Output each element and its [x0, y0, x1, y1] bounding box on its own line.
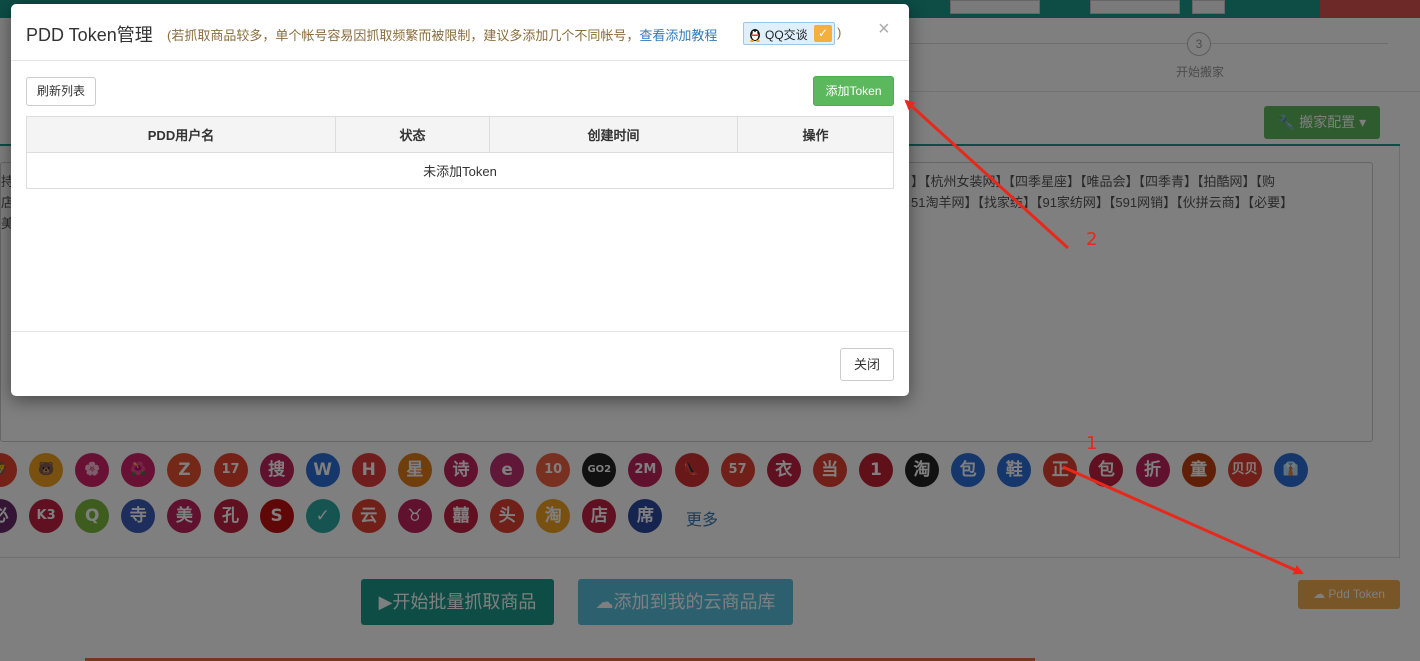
- token-table: PDD用户名 状态 创建时间 操作 未添加Token: [26, 116, 894, 189]
- modal-note: (若抓取商品较多，单个帐号容易因抓取频繁而被限制，建议多添加几个不同帐号，查看添…: [167, 25, 717, 44]
- modal-footer: 关闭: [11, 331, 909, 396]
- qq-chat-label: QQ交谈: [765, 28, 808, 42]
- modal-title: PDD Token管理: [26, 25, 153, 45]
- note-prefix: (若抓取商品较多，单个帐号容易因抓取频繁而被限制，建议多添加几个不同帐号，: [167, 28, 640, 43]
- column-header-actions: 操作: [737, 116, 894, 153]
- check-icon: ✓: [814, 25, 832, 42]
- column-header-created-time: 创建时间: [489, 116, 738, 153]
- table-row: 未添加Token: [26, 152, 894, 189]
- add-token-button[interactable]: 添加Token: [813, 76, 894, 106]
- annotation-label-1: 1: [1086, 433, 1098, 454]
- empty-table-message: 未添加Token: [26, 152, 894, 189]
- pdd-token-modal: PDD Token管理 (若抓取商品较多，单个帐号容易因抓取频繁而被限制，建议多…: [11, 4, 909, 396]
- column-header-username: PDD用户名: [26, 116, 336, 153]
- column-header-status: 状态: [335, 116, 490, 153]
- close-button[interactable]: 关闭: [840, 348, 894, 381]
- modal-header: PDD Token管理 (若抓取商品较多，单个帐号容易因抓取频繁而被限制，建议多…: [11, 4, 909, 61]
- table-header-row: PDD用户名 状态 创建时间 操作: [26, 116, 894, 153]
- qq-penguin-icon: [750, 29, 760, 42]
- note-suffix: ): [837, 25, 842, 40]
- qq-chat-button[interactable]: QQ交谈 ✓: [743, 22, 835, 45]
- annotation-label-2: 2: [1086, 229, 1098, 250]
- tutorial-link[interactable]: 查看添加教程: [639, 28, 717, 43]
- close-icon[interactable]: ×: [878, 19, 890, 39]
- refresh-list-button[interactable]: 刷新列表: [26, 77, 96, 106]
